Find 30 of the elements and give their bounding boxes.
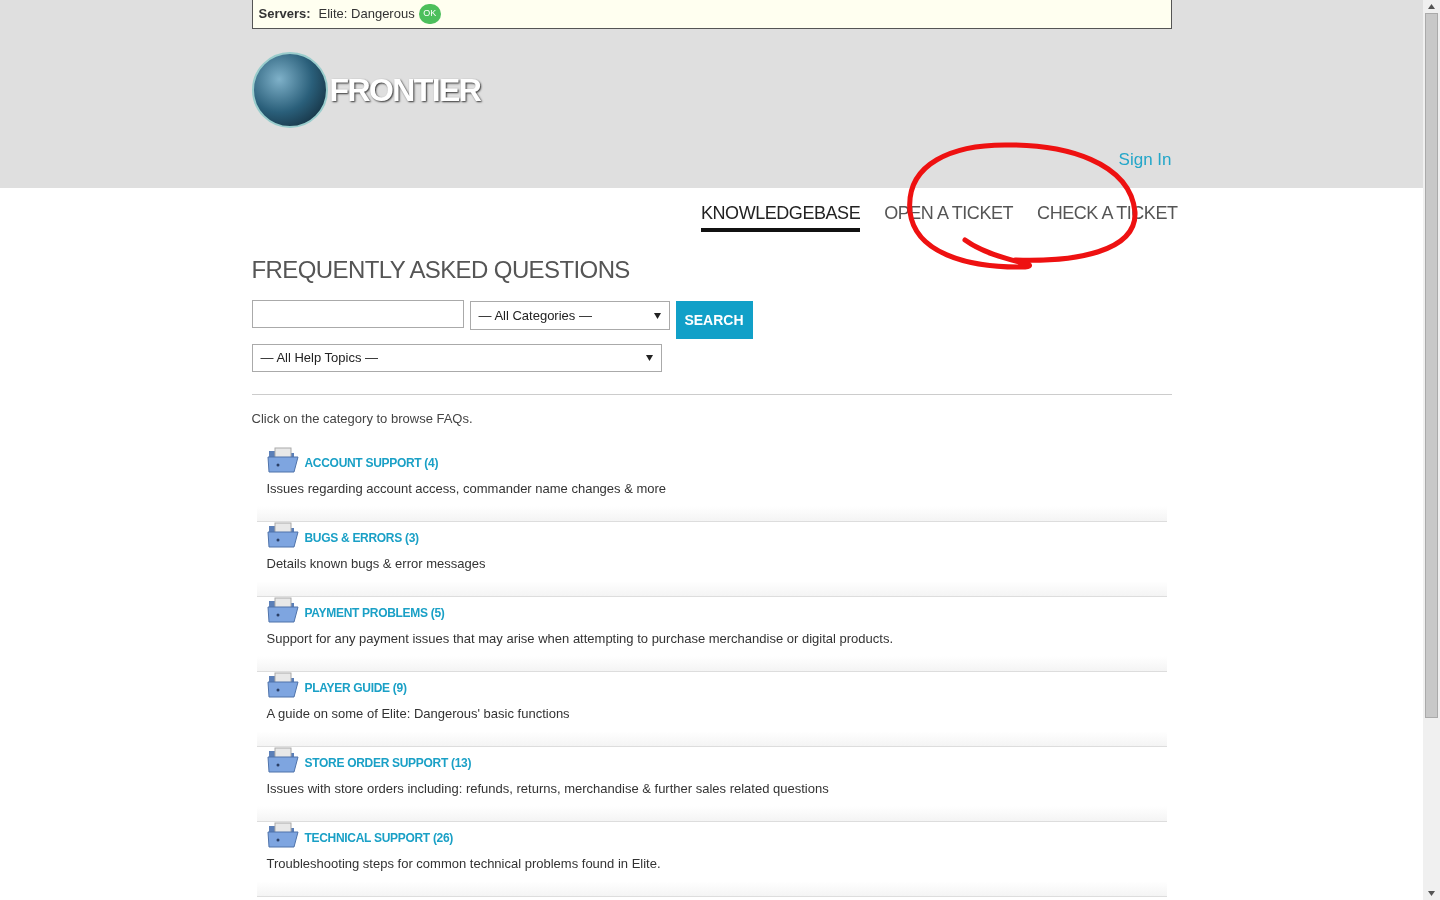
servers-label: Servers: xyxy=(258,5,311,24)
sign-in-link[interactable]: Sign In xyxy=(1118,147,1172,173)
nav-tab[interactable]: KNOWLEDGEBASE xyxy=(701,200,861,232)
scrollbar[interactable] xyxy=(1423,0,1440,900)
scroll-down-icon[interactable] xyxy=(1428,891,1435,896)
status-badge: OK xyxy=(418,4,441,24)
category-link[interactable]: ACCOUNT SUPPORT (4) xyxy=(304,453,439,472)
intro-text: Click on the category to browse FAQs. xyxy=(251,410,474,428)
search-button[interactable]: SEARCH xyxy=(675,301,753,339)
search-field[interactable] xyxy=(251,300,464,328)
category-description: A guide on some of Elite: Dangerous' basic functions xyxy=(266,704,571,723)
category-link[interactable]: PLAYER GUIDE (9) xyxy=(304,678,407,697)
category-dropdown[interactable]: — All Categories — xyxy=(469,301,670,330)
page-heading: FREQUENTLY ASKED QUESTIONS xyxy=(251,255,631,285)
scroll-up-icon[interactable] xyxy=(1428,4,1435,9)
server-name: Elite: Dangerous xyxy=(318,5,415,24)
help-topic-dropdown[interactable]: — All Help Topics — xyxy=(251,344,662,372)
category-description: Issues regarding account access, commander name changes & more xyxy=(266,479,668,498)
category-description: Details known bugs & error messages xyxy=(266,554,487,573)
category-description: Troubleshooting steps for common technical problems found in Elite. xyxy=(266,854,662,873)
category-link[interactable]: TECHNICAL SUPPORT (26) xyxy=(304,828,454,847)
category-link[interactable]: BUGS & ERRORS (3) xyxy=(304,528,419,547)
category-link[interactable]: PAYMENT PROBLEMS (5) xyxy=(304,603,445,622)
logo-text: FRONTIER xyxy=(329,71,481,110)
category-link[interactable]: STORE ORDER SUPPORT (13) xyxy=(304,753,472,772)
caret-icon xyxy=(653,312,661,319)
category-description: Issues with store orders including: refunds, returns, merchandise & further sales related questions xyxy=(266,779,830,798)
caret-icon xyxy=(645,355,653,361)
scroll-thumb[interactable] xyxy=(1425,13,1438,718)
category-description: Support for any payment issues that may arise when attempting to purchase merchandise or digital products. xyxy=(266,629,894,648)
